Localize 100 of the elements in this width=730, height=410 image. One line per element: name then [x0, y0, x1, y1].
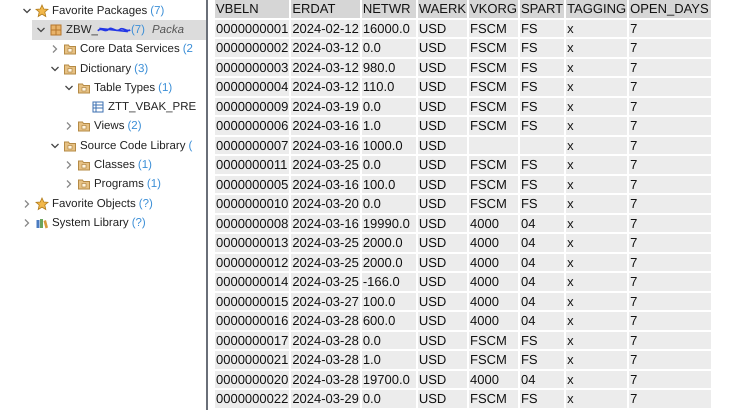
collapse-chevron-icon[interactable]	[64, 82, 74, 93]
table-cell: 7	[629, 195, 712, 212]
tree-item[interactable]: Views (2)	[64, 116, 206, 136]
folder-icon	[77, 177, 91, 192]
table-cell: 0000000017	[215, 332, 290, 349]
tree-item-label[interactable]: Classes	[94, 159, 135, 172]
column-header[interactable]: TAGGING	[566, 0, 628, 18]
item-count: (2)	[127, 120, 142, 132]
tree-item[interactable]: Table Types (1)	[64, 78, 206, 98]
table-cell: FS	[520, 195, 564, 212]
table-cell: 04	[520, 234, 564, 252]
table-cell: 7	[629, 117, 712, 134]
table-cell: x	[566, 312, 628, 330]
table-cell: 0.0	[362, 39, 416, 56]
tree-item-label[interactable]: ZBW_	[66, 24, 98, 36]
table-cell: 04	[520, 273, 564, 290]
column-header[interactable]: VKORG	[469, 0, 518, 18]
folder-icon	[77, 80, 91, 95]
table-cell: USD	[418, 78, 468, 96]
table-cell: 2024-03-25	[291, 234, 360, 252]
table-cell: 2024-03-25	[291, 254, 360, 271]
tree-item[interactable]: Core Data Services (2	[50, 40, 206, 59]
column-header[interactable]: OPEN_DAYS	[629, 0, 712, 18]
tree-item[interactable]: ZBW_ (7) Packa	[32, 20, 206, 40]
table-cell: x	[566, 78, 628, 96]
item-count: (?)	[138, 198, 153, 210]
column-header[interactable]: SPART	[520, 0, 564, 18]
table-cell: 2024-03-16	[291, 214, 360, 232]
table-cell: 7	[629, 254, 712, 271]
table-cell: 7	[629, 136, 712, 154]
table-cell: x	[566, 351, 628, 368]
table-cell: 2024-03-12	[291, 58, 360, 76]
column-header[interactable]: VBELN	[215, 0, 290, 18]
tree-item[interactable]: Dictionary (3)	[50, 58, 206, 78]
expand-chevron-icon[interactable]	[64, 179, 74, 190]
table-cell: x	[566, 332, 628, 349]
table-cell: 7	[629, 390, 712, 408]
collapse-chevron-icon[interactable]	[50, 64, 60, 74]
column-header[interactable]: WAERK	[418, 0, 468, 18]
table-cell: FSCM	[469, 176, 518, 193]
tree-item-label[interactable]: Table Types	[94, 82, 156, 94]
expand-chevron-icon[interactable]	[64, 160, 74, 170]
expand-chevron-icon[interactable]	[50, 44, 60, 54]
tree-item[interactable]: Classes (1)	[64, 155, 206, 175]
table-cell: 7	[629, 214, 712, 232]
table-cell: 4000	[469, 312, 518, 330]
table-cell: USD	[418, 156, 468, 174]
table-cell: FSCM	[469, 195, 518, 212]
table-cell: 7	[629, 176, 712, 193]
table-cell: 2024-03-28	[291, 370, 360, 388]
tree-item-label[interactable]: Core Data Services	[80, 43, 180, 56]
collapse-chevron-icon[interactable]	[22, 6, 32, 16]
table-cell: 1.0	[362, 117, 416, 134]
tree-item[interactable]: Favorite Packages (7)	[22, 1, 206, 20]
column-header[interactable]: ERDAT	[291, 0, 360, 18]
expand-chevron-icon[interactable]	[22, 198, 32, 209]
tree-item-label[interactable]: Programs	[94, 178, 144, 190]
table-cell: 7	[629, 332, 712, 349]
collapse-chevron-icon[interactable]	[50, 140, 60, 151]
tree-item[interactable]: Programs (1)	[64, 174, 206, 194]
table-icon	[91, 100, 105, 114]
tree-item[interactable]: System Library (?)	[22, 213, 206, 233]
table-cell: 04	[520, 370, 564, 388]
folder-icon	[63, 42, 77, 56]
tree-item-label[interactable]: Dictionary	[80, 62, 132, 75]
tree-item[interactable]: ZTT_VBAK_PRE	[78, 97, 206, 117]
tree-item-label[interactable]: Favorite Objects	[52, 198, 136, 210]
table-cell: 0000000007	[215, 136, 290, 154]
table-cell: 0000000010	[215, 195, 290, 212]
table-cell: -166.0	[362, 273, 416, 290]
table-cell: 2024-03-12	[291, 78, 360, 96]
tree-item[interactable]: Favorite Objects (?)	[22, 194, 206, 214]
table-cell: x	[566, 214, 628, 232]
table-cell: FS	[520, 332, 564, 349]
table-cell: 2024-02-12	[291, 20, 360, 37]
tree-item-label[interactable]: Source Code Library	[80, 140, 186, 152]
table-cell: 0000000022	[215, 390, 290, 408]
table-cell: 7	[629, 58, 712, 76]
table-cell: 0.0	[362, 195, 416, 212]
column-header[interactable]: NETWR	[362, 0, 416, 18]
table-cell: 7	[629, 156, 712, 174]
table-cell: FSCM	[469, 332, 518, 349]
expand-chevron-icon[interactable]	[22, 218, 32, 228]
table-cell: 0000000021	[215, 351, 290, 368]
table-cell: USD	[418, 254, 468, 271]
table-cell: 2024-03-25	[291, 273, 360, 290]
tree-item[interactable]: Source Code Library (	[50, 136, 206, 156]
collapse-chevron-icon[interactable]	[36, 24, 46, 35]
tree-item-label[interactable]: Favorite Packages	[52, 4, 148, 17]
tree-item-label[interactable]: Views	[94, 120, 124, 132]
table-cell: USD	[418, 273, 468, 290]
tree-item-label[interactable]: System Library	[52, 216, 129, 229]
table-cell: 2024-03-16	[291, 136, 360, 154]
expand-chevron-icon[interactable]	[64, 121, 74, 132]
table-cell: 2024-03-29	[291, 390, 360, 408]
table-cell: USD	[418, 214, 468, 232]
tree-item-label[interactable]: ZTT_VBAK_PRE	[108, 101, 196, 114]
item-count: (2	[182, 43, 193, 56]
table-cell: FS	[520, 351, 564, 368]
table-cell: 0000000013	[215, 234, 290, 252]
